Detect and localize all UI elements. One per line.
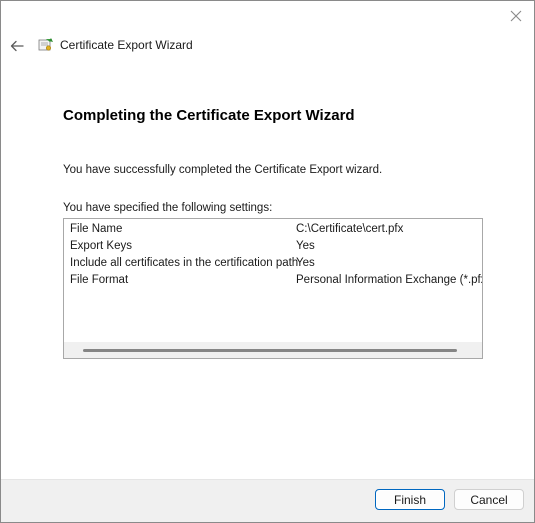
cancel-button[interactable]: Cancel xyxy=(454,489,524,510)
setting-value: Yes xyxy=(296,240,315,252)
setting-name: File Format xyxy=(70,274,129,286)
setting-value: C:\Certificate\cert.pfx xyxy=(296,223,404,235)
horizontal-scrollbar[interactable] xyxy=(64,342,482,358)
back-button[interactable] xyxy=(7,35,27,57)
close-button[interactable] xyxy=(504,6,528,26)
close-icon xyxy=(510,10,522,22)
settings-row: Export Keys Yes xyxy=(64,239,482,256)
settings-row: Include all certificates in the certific… xyxy=(64,256,482,273)
back-arrow-icon xyxy=(10,40,24,52)
page-title: Completing the Certificate Export Wizard xyxy=(63,107,355,124)
wizard-window: Certificate Export Wizard Completing the… xyxy=(0,0,535,523)
setting-name: Include all certificates in the certific… xyxy=(70,257,299,269)
setting-value: Yes xyxy=(296,257,315,269)
finish-button[interactable]: Finish xyxy=(375,489,445,510)
setting-value: Personal Information Exchange (*.pfx) xyxy=(296,274,482,286)
completion-message: You have successfully completed the Cert… xyxy=(63,164,383,176)
wizard-footer: Finish Cancel xyxy=(1,479,534,522)
setting-name: File Name xyxy=(70,223,123,235)
wizard-title: Certificate Export Wizard xyxy=(60,38,193,52)
settings-row: File Name C:\Certificate\cert.pfx xyxy=(64,222,482,239)
wizard-header: Certificate Export Wizard xyxy=(1,35,534,57)
certificate-wizard-icon xyxy=(38,38,53,51)
settings-list[interactable]: File Name C:\Certificate\cert.pfx Export… xyxy=(63,218,483,359)
setting-name: Export Keys xyxy=(70,240,132,252)
settings-label: You have specified the following setting… xyxy=(63,202,273,214)
scrollbar-thumb[interactable] xyxy=(83,349,457,352)
settings-row: File Format Personal Information Exchang… xyxy=(64,273,482,290)
